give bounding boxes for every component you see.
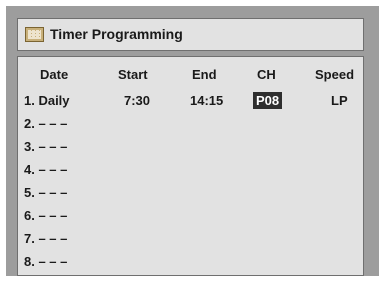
timer-table: Date Start End CH Speed 1. Daily 7:30 14… xyxy=(17,56,364,276)
timer-row-8[interactable]: 8. – – – xyxy=(24,254,67,269)
column-header-date: Date xyxy=(40,67,69,82)
column-header-start: Start xyxy=(118,67,148,82)
timer-row-1-speed[interactable]: LP xyxy=(331,93,348,108)
title-bar: Timer Programming xyxy=(17,18,364,51)
timer-row-1-ch-selected[interactable]: P08 xyxy=(253,92,283,109)
column-header-speed: Speed xyxy=(315,67,355,82)
column-header-end: End xyxy=(192,67,217,82)
timer-row-2[interactable]: 2. – – – xyxy=(24,116,67,131)
timer-row-4[interactable]: 4. – – – xyxy=(24,162,67,177)
timer-row-1-end[interactable]: 14:15 xyxy=(190,93,223,108)
timer-row-3[interactable]: 3. – – – xyxy=(24,139,67,154)
page-title: Timer Programming xyxy=(50,26,183,42)
timer-screen: Timer Programming Date Start End CH Spee… xyxy=(6,6,379,276)
timer-grid-icon xyxy=(25,27,44,42)
timer-row-5[interactable]: 5. – – – xyxy=(24,185,67,200)
timer-row-6[interactable]: 6. – – – xyxy=(24,208,67,223)
timer-row-1-date[interactable]: 1. Daily xyxy=(24,93,70,108)
column-header-ch: CH xyxy=(257,67,276,82)
timer-row-7[interactable]: 7. – – – xyxy=(24,231,67,246)
timer-row-1-start[interactable]: 7:30 xyxy=(124,93,150,108)
